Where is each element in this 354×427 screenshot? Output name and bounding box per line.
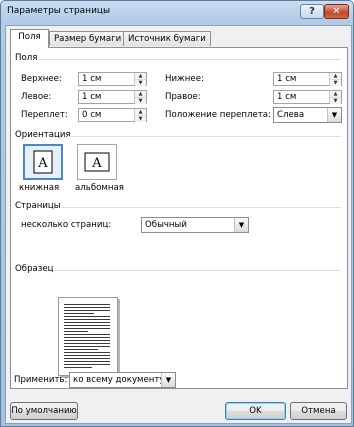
right-margin-input[interactable]: 1 см ▲ ▼: [273, 90, 342, 104]
svg-text:A: A: [37, 156, 48, 171]
margins-section-title: Поля: [15, 53, 38, 63]
bottom-margin-input[interactable]: 1 см ▲ ▼: [273, 72, 342, 86]
top-margin-value: 1 см: [82, 74, 102, 84]
sample-section-title: Образец: [15, 264, 54, 274]
window-title: Параметры страницы: [7, 6, 111, 16]
close-button[interactable]: ✕: [324, 4, 349, 19]
chevron-down-icon[interactable]: ▼: [327, 108, 341, 122]
page-preview: [58, 297, 118, 376]
apply-to-label: Применить:: [14, 375, 68, 385]
portrait-button[interactable]: A: [23, 144, 63, 180]
top-margin-input[interactable]: 1 см ▲ ▼: [78, 72, 147, 86]
multiple-pages-value: Обычный: [145, 220, 187, 230]
help-button[interactable]: ?: [300, 4, 324, 19]
gutter-spinner[interactable]: ▲ ▼: [134, 109, 146, 122]
orientation-section-title: Ориентация: [15, 130, 71, 140]
divider: [39, 59, 341, 60]
tab-margins[interactable]: Поля: [10, 29, 49, 48]
bottom-margin-value: 1 см: [277, 74, 297, 84]
right-margin-value: 1 см: [277, 92, 297, 102]
spin-up-icon[interactable]: ▲: [135, 91, 146, 98]
left-margin-label: Левое:: [21, 92, 52, 102]
left-margin-spinner[interactable]: ▲ ▼: [134, 91, 146, 104]
bottom-margin-label: Нижнее:: [165, 74, 204, 84]
top-margin-label: Верхнее:: [21, 74, 62, 84]
spin-down-icon[interactable]: ▼: [135, 116, 146, 122]
divider: [69, 136, 341, 137]
spin-up-icon[interactable]: ▲: [330, 91, 341, 98]
landscape-button[interactable]: A: [77, 144, 117, 180]
tab-paper-size[interactable]: Размер бумаги: [49, 31, 127, 46]
pages-section-title: Страницы: [15, 201, 61, 211]
landscape-page-icon: A: [84, 152, 110, 172]
portrait-label: книжная: [19, 183, 60, 193]
landscape-label: альбомная: [75, 183, 124, 193]
spin-down-icon[interactable]: ▼: [135, 80, 146, 86]
gutter-position-label: Положение переплета:: [165, 110, 271, 120]
spin-up-icon[interactable]: ▲: [135, 73, 146, 80]
apply-to-select[interactable]: ко всему документу ▼: [69, 372, 176, 388]
chevron-down-icon[interactable]: ▼: [161, 373, 175, 387]
title-bar: Параметры страницы ? ✕: [1, 1, 353, 23]
gutter-position-select[interactable]: Слева ▼: [273, 107, 342, 123]
spin-down-icon[interactable]: ▼: [330, 98, 341, 104]
spin-up-icon[interactable]: ▲: [135, 109, 146, 116]
spin-down-icon[interactable]: ▼: [330, 80, 341, 86]
gutter-input[interactable]: 0 см ▲ ▼: [78, 108, 147, 122]
bottom-margin-spinner[interactable]: ▲ ▼: [329, 73, 341, 86]
gutter-position-value: Слева: [277, 110, 305, 120]
spin-down-icon[interactable]: ▼: [135, 98, 146, 104]
tab-panel-margins: Поля Верхнее: 1 см ▲ ▼ Нижнее: 1 см ▲ ▼ Ле…: [10, 47, 348, 389]
right-margin-label: Правое:: [165, 92, 201, 102]
dialog-body: Поля Размер бумаги Источник бумаги Поля …: [5, 25, 352, 424]
gutter-value: 0 см: [82, 110, 102, 120]
set-default-button[interactable]: По умолчанию: [10, 402, 78, 420]
page-setup-dialog: Параметры страницы ? ✕ Поля Размер бумаг…: [0, 0, 354, 427]
divider: [61, 207, 341, 208]
multiple-pages-label: несколько страниц:: [21, 220, 112, 230]
svg-text:A: A: [91, 156, 102, 171]
top-margin-spinner[interactable]: ▲ ▼: [134, 73, 146, 86]
gutter-label: Переплет:: [21, 110, 68, 120]
chevron-down-icon[interactable]: ▼: [234, 218, 248, 232]
left-margin-input[interactable]: 1 см ▲ ▼: [78, 90, 147, 104]
cancel-button[interactable]: Отмена: [290, 402, 347, 420]
apply-to-value: ко всему документу: [73, 375, 165, 385]
divider: [55, 270, 341, 271]
portrait-page-icon: A: [33, 150, 53, 174]
tab-paper-source[interactable]: Источник бумаги: [123, 31, 211, 46]
ok-button[interactable]: OK: [225, 402, 286, 420]
spin-up-icon[interactable]: ▲: [330, 73, 341, 80]
left-margin-value: 1 см: [82, 92, 102, 102]
multiple-pages-select[interactable]: Обычный ▼: [141, 217, 249, 233]
right-margin-spinner[interactable]: ▲ ▼: [329, 91, 341, 104]
